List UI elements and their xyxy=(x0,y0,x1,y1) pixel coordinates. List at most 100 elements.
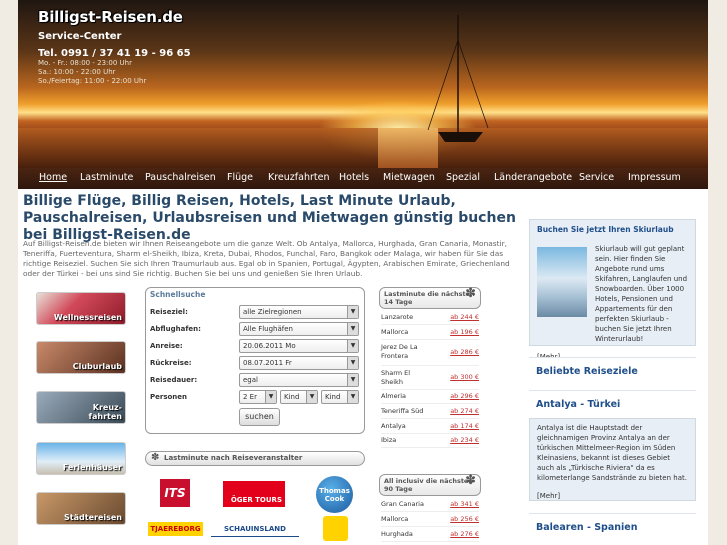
category-ferienhaeuser[interactable]: Ferienhäuser xyxy=(36,442,126,475)
operator-logo-partial[interactable] xyxy=(323,516,348,541)
deal-price[interactable]: ab 276 € xyxy=(450,530,479,538)
site-logo[interactable]: Billigst-Reisen.de xyxy=(38,8,183,26)
antalya-heading[interactable]: Antalya - Türkei xyxy=(529,390,696,416)
nav-home[interactable]: Home xyxy=(39,172,67,183)
sailboat-icon xyxy=(427,15,489,142)
balearen-heading[interactable]: Balearen - Spanien xyxy=(529,513,696,539)
nav-hotels[interactable]: Hotels xyxy=(339,172,369,183)
ski-title[interactable]: Buchen Sie jetzt Ihren Skiurlaub xyxy=(537,225,688,234)
operator-banner: ✽ Lastminute nach Reiseveranstalter xyxy=(145,451,365,466)
operator-oeger-label: ÖGER TOURS xyxy=(230,496,282,504)
antalya-text: Antalya ist die Hauptstadt der gleichnam… xyxy=(537,424,687,482)
child2-select[interactable]: Kind ▼ xyxy=(321,390,359,404)
phone-number: Tel. 0991 / 37 41 19 - 96 65 xyxy=(38,48,191,59)
chevron-down-icon: ▼ xyxy=(347,306,358,318)
adults-value: 2 Er xyxy=(243,393,257,401)
category-label: Ferienhäuser xyxy=(62,463,122,472)
operator-tjaereborg-logo[interactable]: TJAEREBORG xyxy=(148,522,203,536)
lastminute-row[interactable]: Lanzarote ab 244 € xyxy=(381,311,479,325)
adults-select[interactable]: 2 Er ▼ xyxy=(239,390,277,404)
category-staedtereisen[interactable]: Städtereisen xyxy=(36,492,126,525)
persons-label: Personen xyxy=(150,393,188,401)
nav-service[interactable]: Service xyxy=(579,172,614,183)
deal-price[interactable]: ab 244 € xyxy=(450,313,479,321)
lastminute-row[interactable]: Antalya ab 174 € xyxy=(381,420,479,434)
operator-oeger-logo[interactable]: ÖGER TOURS xyxy=(223,481,285,507)
nav-pauschalreisen[interactable]: Pauschalreisen xyxy=(145,172,216,183)
deal-price[interactable]: ab 300 € xyxy=(450,373,479,381)
category-wellnessreisen[interactable]: Wellnessreisen xyxy=(36,292,126,325)
allinclusive-row[interactable]: Gran Canaria ab 341 € xyxy=(381,498,479,512)
destination-label: Reiseziel: xyxy=(150,308,188,316)
operator-its-logo[interactable]: ITS xyxy=(160,479,190,507)
operator-banner-label: Lastminute nach Reiseveranstalter xyxy=(164,454,303,462)
chevron-down-icon: ▼ xyxy=(347,340,358,352)
nav-mietwagen[interactable]: Mietwagen xyxy=(383,172,435,183)
operator-tjaereborg-label: TJAEREBORG xyxy=(150,525,201,533)
lastminute-row[interactable]: Mallorca ab 196 € xyxy=(381,326,479,340)
antalya-more-link[interactable]: [Mehr] xyxy=(537,492,560,500)
return-select[interactable]: 08.07.2011 Fr ▼ xyxy=(239,356,359,370)
lastminute-row[interactable]: Teneriffa Süd ab 274 € xyxy=(381,405,479,419)
deal-price[interactable]: ab 234 € xyxy=(450,436,479,444)
chevron-down-icon: ▼ xyxy=(265,391,276,403)
allinclusive-row[interactable]: Hurghada ab 276 € xyxy=(381,528,479,542)
airport-select[interactable]: Alle Flughäfen ▼ xyxy=(239,322,359,336)
deal-price[interactable]: ab 274 € xyxy=(450,407,479,415)
category-kreuzfahrten[interactable]: Kreuz- fahrten xyxy=(36,391,126,424)
deal-price[interactable]: ab 174 € xyxy=(450,422,479,430)
deal-destination: Gran Canaria xyxy=(381,500,424,508)
service-center-label: Service-Center xyxy=(38,31,122,42)
duration-select[interactable]: egal ▼ xyxy=(239,373,359,387)
hours-sunday: So./Feiertag: 11:00 - 22:00 Uhr xyxy=(38,77,147,85)
operator-thomascook-logo[interactable]: Thomas Cook xyxy=(316,476,353,513)
palm-icon: ✽ xyxy=(151,452,160,463)
departure-select[interactable]: 20.06.2011 Mo ▼ xyxy=(239,339,359,353)
search-button[interactable]: suchen xyxy=(239,408,280,426)
deal-price[interactable]: ab 256 € xyxy=(450,515,479,523)
deal-price[interactable]: ab 286 € xyxy=(450,348,479,356)
chevron-down-icon: ▼ xyxy=(347,323,358,335)
sea xyxy=(18,128,708,168)
category-cluburlaub[interactable]: Cluburlaub xyxy=(36,341,126,374)
duration-value: egal xyxy=(243,376,258,384)
lastminute-row[interactable]: Jerez De La Frontera ab 286 € xyxy=(381,341,479,366)
nav-impressum[interactable]: Impressum xyxy=(628,172,681,183)
deal-price[interactable]: ab 196 € xyxy=(450,328,479,336)
ski-box: Buchen Sie jetzt Ihren Skiurlaub Skiurla… xyxy=(529,219,696,361)
nav-laenderangebote[interactable]: Länderangebote xyxy=(494,172,572,183)
chevron-down-icon: ▼ xyxy=(347,357,358,369)
lastminute-row[interactable]: Almeria ab 296 € xyxy=(381,390,479,404)
deal-destination: Mallorca xyxy=(381,515,409,523)
antalya-box: Antalya ist die Hauptstadt der gleichnam… xyxy=(529,418,696,501)
destination-select[interactable]: alle Zielregionen ▼ xyxy=(239,305,359,319)
lastminute-row[interactable]: Ibiza ab 234 € xyxy=(381,434,479,448)
palm-icon: ✽ xyxy=(465,473,476,488)
duration-label: Reisedauer: xyxy=(150,376,198,384)
child1-value: Kind xyxy=(284,393,300,401)
deal-destination: Antalya xyxy=(381,422,406,430)
palm-icon: ✽ xyxy=(465,286,476,301)
chevron-down-icon: ▼ xyxy=(347,391,358,403)
hours-weekday: Mo. - Fr.: 08:00 - 23:00 Uhr xyxy=(38,59,132,67)
lastminute-row[interactable]: Sharm El Sheikh ab 300 € xyxy=(381,367,479,390)
destination-value: alle Zielregionen xyxy=(243,308,302,316)
return-label: Rückreise: xyxy=(150,359,192,367)
child1-select[interactable]: Kind ▼ xyxy=(280,390,318,404)
nav-kreuzfahrten[interactable]: Kreuzfahrten xyxy=(268,172,329,183)
airport-value: Alle Flughäfen xyxy=(243,325,293,333)
main-content: Billige Flüge, Billig Reisen, Hotels, La… xyxy=(18,189,708,545)
deal-price[interactable]: ab 296 € xyxy=(450,392,479,400)
nav-lastminute[interactable]: Lastminute xyxy=(80,172,133,183)
allinclusive-header: All inclusiv die nächsten 90 Tage ✽ xyxy=(379,474,481,496)
nav-fluege[interactable]: Flüge xyxy=(227,172,253,183)
operator-schauinsland-logo[interactable]: SCHAUINSLAND xyxy=(211,525,299,537)
intro-text: Auf Billigst-Reisen.de bieten wir Ihnen … xyxy=(23,239,510,278)
deal-price[interactable]: ab 341 € xyxy=(450,500,479,508)
allinclusive-row[interactable]: Mallorca ab 256 € xyxy=(381,513,479,527)
category-label: Cluburlaub xyxy=(72,362,122,371)
departure-label: Anreise: xyxy=(150,342,183,350)
beliebte-heading: Beliebte Reiseziele xyxy=(529,357,696,383)
nav-spezial[interactable]: Spezial xyxy=(446,172,480,183)
hours-saturday: Sa.: 10:00 - 22:00 Uhr xyxy=(38,68,116,76)
